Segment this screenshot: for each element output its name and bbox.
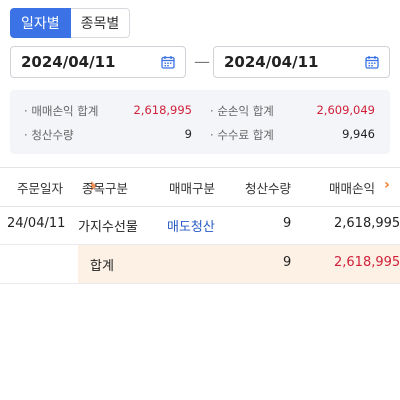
fee-value: 9,946 <box>342 127 375 141</box>
trade-pl-label: · 매매손익 합계 <box>24 104 99 118</box>
net-pl-label-text: 순손익 합계 <box>217 104 274 118</box>
net-pl-value: 2,609,049 <box>316 103 375 117</box>
scroll-right-icon[interactable]: › <box>384 177 390 193</box>
header-item-type: 종목구분 <box>82 181 129 196</box>
end-date-value: 2024/04/11 <box>224 53 319 71</box>
header-order-date: 주문일자 <box>17 181 64 196</box>
tab-by-date[interactable]: 일자별 <box>10 8 71 38</box>
total-trade-pl: 2,618,995 <box>334 255 400 270</box>
view-tabs: 일자별 종목별 <box>10 8 131 38</box>
table-row[interactable]: 24/04/11 가지수선물 매도청산 9 2,618,995 <box>0 206 400 245</box>
trade-pl-label-text: 매매손익 합계 <box>31 104 99 118</box>
header-settle-qty: 청산수량 <box>245 181 292 196</box>
cell-trade-type[interactable]: 매도청산 <box>167 216 215 235</box>
summary-panel: · 매매손익 합계 2,618,995 · 순손익 합계 2,609,049 ·… <box>10 90 390 154</box>
total-row-blank-cell <box>0 245 78 284</box>
calendar-icon[interactable] <box>161 55 175 69</box>
settle-qty-label-text: 청산수량 <box>31 128 74 142</box>
date-range-separator: — <box>194 52 210 71</box>
tab-by-item[interactable]: 종목별 <box>70 8 131 38</box>
settle-qty-label: · 청산수량 <box>24 128 74 142</box>
header-trade-pl: 매매손익 <box>329 181 376 196</box>
table-header: 주문일자 종목구분 매매구분 청산수량 매매손익 › <box>0 167 400 207</box>
fee-label: · 수수료 합계 <box>210 128 274 142</box>
header-trade-type: 매매구분 <box>169 181 216 196</box>
settle-qty-value: 9 <box>184 127 192 141</box>
cell-order-date: 24/04/11 <box>7 216 66 231</box>
cell-item-type: 가지수선물 <box>78 220 138 235</box>
trade-pl-value: 2,618,995 <box>133 103 192 117</box>
end-date-field[interactable]: 2024/04/11 <box>213 46 390 78</box>
table-total-row: 합계 9 2,618,995 <box>78 245 400 284</box>
fee-label-text: 수수료 합계 <box>217 128 274 142</box>
total-label: 합계 <box>90 259 114 274</box>
net-pl-label: · 순손익 합계 <box>210 104 274 118</box>
cell-settle-qty: 9 <box>283 216 292 231</box>
start-date-value: 2024/04/11 <box>21 53 116 71</box>
total-settle-qty: 9 <box>283 255 292 270</box>
calendar-icon[interactable] <box>365 55 379 69</box>
start-date-field[interactable]: 2024/04/11 <box>10 46 186 78</box>
cell-trade-pl: 2,618,995 <box>334 216 400 231</box>
